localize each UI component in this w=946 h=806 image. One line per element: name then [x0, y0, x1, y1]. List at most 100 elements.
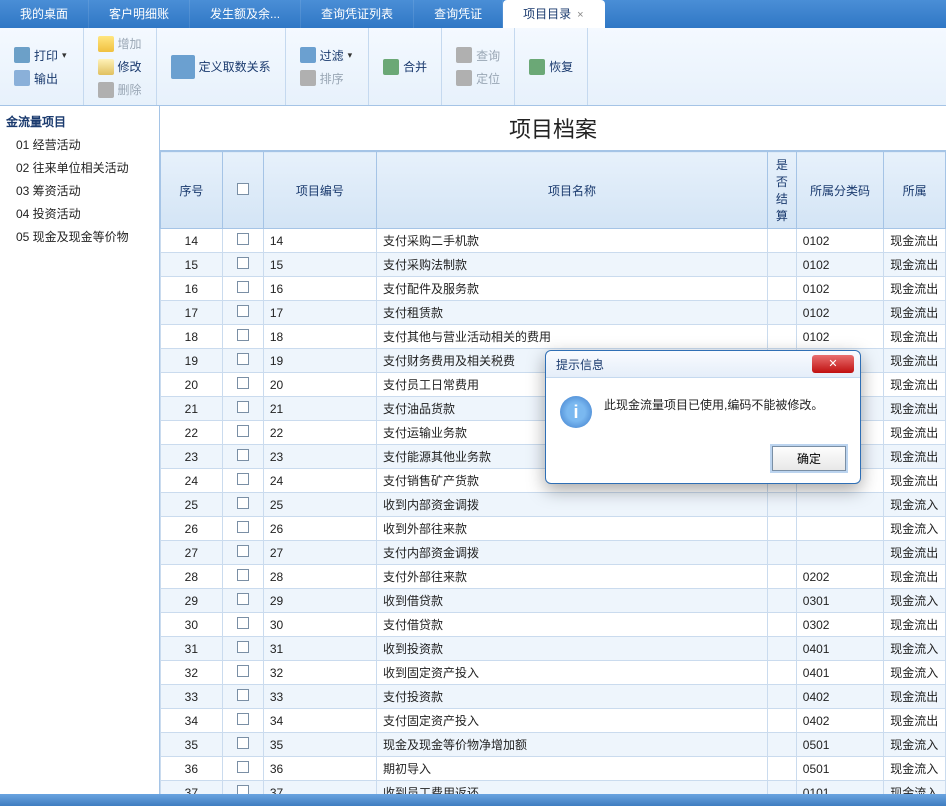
col-chk[interactable]: [222, 152, 263, 229]
table-row[interactable]: 2525收到内部资金调拨现金流入: [161, 493, 946, 517]
table-row[interactable]: 1515支付采购法制款0102现金流出: [161, 253, 946, 277]
query-button[interactable]: 查询: [452, 45, 504, 66]
cell-chk[interactable]: [222, 349, 263, 373]
table-row[interactable]: 3636期初导入0501现金流入: [161, 757, 946, 781]
cell-chk[interactable]: [222, 469, 263, 493]
restore-button[interactable]: 恢复: [525, 56, 577, 77]
table-row[interactable]: 3535现金及现金等价物净增加额0501现金流入: [161, 733, 946, 757]
row-checkbox[interactable]: [237, 545, 249, 557]
cell-chk[interactable]: [222, 253, 263, 277]
sidebar-item[interactable]: 01 经营活动: [4, 133, 155, 156]
cell-chk[interactable]: [222, 565, 263, 589]
cell-chk[interactable]: [222, 421, 263, 445]
cell-chk[interactable]: [222, 325, 263, 349]
sidebar-root[interactable]: 金流量项目: [4, 110, 155, 133]
cell-chk[interactable]: [222, 661, 263, 685]
row-checkbox[interactable]: [237, 665, 249, 677]
cell-chk[interactable]: [222, 229, 263, 253]
header-checkbox[interactable]: [237, 183, 249, 195]
col-dir[interactable]: 所属: [884, 152, 946, 229]
cell-chk[interactable]: [222, 397, 263, 421]
row-checkbox[interactable]: [237, 449, 249, 461]
row-checkbox[interactable]: [237, 281, 249, 293]
sidebar-item[interactable]: 03 筹资活动: [4, 179, 155, 202]
tab-客户明细账[interactable]: 客户明细账: [89, 0, 190, 28]
row-checkbox[interactable]: [237, 521, 249, 533]
row-checkbox[interactable]: [237, 785, 249, 794]
table-row[interactable]: 1414支付采购二手机款0102现金流出: [161, 229, 946, 253]
cell-chk[interactable]: [222, 637, 263, 661]
col-code[interactable]: 项目编号: [263, 152, 376, 229]
col-jie[interactable]: 是否结算: [767, 152, 796, 229]
define-button[interactable]: 定义取数关系: [167, 53, 275, 81]
filter-button[interactable]: 过滤▾: [296, 45, 359, 66]
tab-发生额及余...[interactable]: 发生额及余...: [190, 0, 301, 28]
cell-chk[interactable]: [222, 445, 263, 469]
ok-button[interactable]: 确定: [772, 446, 846, 471]
table-row[interactable]: 1717支付租赁款0102现金流出: [161, 301, 946, 325]
tab-查询凭证[interactable]: 查询凭证: [414, 0, 503, 28]
tab-我的桌面[interactable]: 我的桌面: [0, 0, 89, 28]
sidebar-item[interactable]: 02 往来单位相关活动: [4, 156, 155, 179]
table-row[interactable]: 3131收到投资款0401现金流入: [161, 637, 946, 661]
print-button[interactable]: 打印▾: [10, 45, 73, 66]
cell-chk[interactable]: [222, 685, 263, 709]
sidebar-item[interactable]: 04 投资活动: [4, 202, 155, 225]
cell-chk[interactable]: [222, 493, 263, 517]
cell-chk[interactable]: [222, 733, 263, 757]
col-name[interactable]: 项目名称: [377, 152, 768, 229]
cell-chk[interactable]: [222, 517, 263, 541]
row-checkbox[interactable]: [237, 353, 249, 365]
row-checkbox[interactable]: [237, 377, 249, 389]
row-checkbox[interactable]: [237, 641, 249, 653]
cell-chk[interactable]: [222, 541, 263, 565]
row-checkbox[interactable]: [237, 305, 249, 317]
tab-项目目录[interactable]: 项目目录×: [503, 0, 604, 28]
cell-chk[interactable]: [222, 589, 263, 613]
cell-chk[interactable]: [222, 277, 263, 301]
merge-button[interactable]: 合并: [379, 56, 431, 77]
table-row[interactable]: 2626收到外部往来款现金流入: [161, 517, 946, 541]
sidebar-item[interactable]: 05 现金及现金等价物: [4, 225, 155, 248]
table-row[interactable]: 3232收到固定资产投入0401现金流入: [161, 661, 946, 685]
table-row[interactable]: 3030支付借贷款0302现金流出: [161, 613, 946, 637]
table-row[interactable]: 1818支付其他与营业活动相关的费用0102现金流出: [161, 325, 946, 349]
row-checkbox[interactable]: [237, 569, 249, 581]
row-checkbox[interactable]: [237, 713, 249, 725]
add-button[interactable]: 增加: [94, 33, 146, 54]
close-icon[interactable]: ✕: [812, 355, 854, 373]
row-checkbox[interactable]: [237, 425, 249, 437]
row-checkbox[interactable]: [237, 233, 249, 245]
table-row[interactable]: 2929收到借贷款0301现金流入: [161, 589, 946, 613]
row-checkbox[interactable]: [237, 497, 249, 509]
table-row[interactable]: 3434支付固定资产投入0402现金流出: [161, 709, 946, 733]
row-checkbox[interactable]: [237, 401, 249, 413]
col-seq[interactable]: 序号: [161, 152, 223, 229]
row-checkbox[interactable]: [237, 761, 249, 773]
edit-button[interactable]: 修改: [94, 56, 146, 77]
locate-button[interactable]: 定位: [452, 68, 504, 89]
row-checkbox[interactable]: [237, 689, 249, 701]
table-row[interactable]: 2828支付外部往来款0202现金流出: [161, 565, 946, 589]
col-cls[interactable]: 所属分类码: [796, 152, 883, 229]
row-checkbox[interactable]: [237, 737, 249, 749]
table-row[interactable]: 3737收到员工费用返还0101现金流入: [161, 781, 946, 795]
cell-chk[interactable]: [222, 757, 263, 781]
sort-button[interactable]: 排序: [296, 68, 359, 89]
tab-查询凭证列表[interactable]: 查询凭证列表: [301, 0, 414, 28]
close-icon[interactable]: ×: [577, 9, 583, 21]
export-button[interactable]: 输出: [10, 68, 73, 89]
row-checkbox[interactable]: [237, 473, 249, 485]
row-checkbox[interactable]: [237, 329, 249, 341]
cell-chk[interactable]: [222, 781, 263, 795]
table-row[interactable]: 2727支付内部资金调拨现金流出: [161, 541, 946, 565]
delete-button[interactable]: 删除: [94, 79, 146, 100]
dialog-titlebar[interactable]: 提示信息 ✕: [546, 351, 860, 378]
row-checkbox[interactable]: [237, 593, 249, 605]
cell-chk[interactable]: [222, 373, 263, 397]
table-row[interactable]: 1616支付配件及服务款0102现金流出: [161, 277, 946, 301]
cell-chk[interactable]: [222, 709, 263, 733]
row-checkbox[interactable]: [237, 257, 249, 269]
row-checkbox[interactable]: [237, 617, 249, 629]
cell-chk[interactable]: [222, 301, 263, 325]
